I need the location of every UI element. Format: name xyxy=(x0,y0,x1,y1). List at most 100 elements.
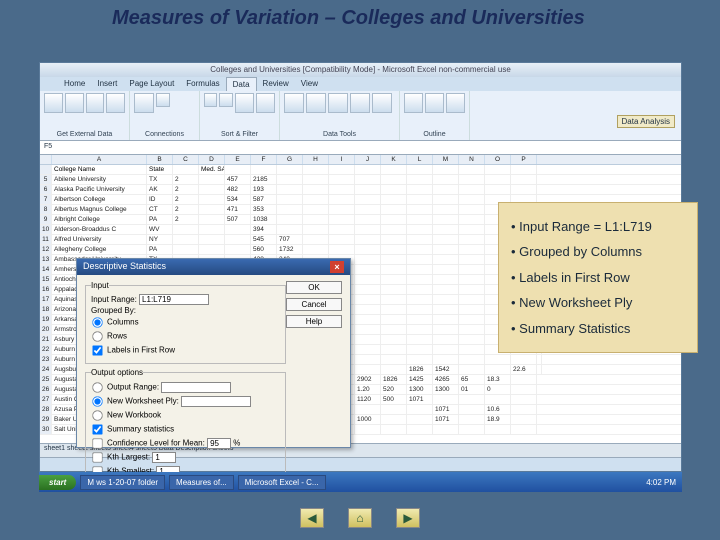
output-range-radio[interactable] xyxy=(92,382,102,392)
cell[interactable] xyxy=(511,165,537,174)
cell[interactable] xyxy=(381,195,407,204)
cell[interactable]: 20 xyxy=(40,325,52,334)
cell[interactable] xyxy=(433,265,459,274)
cell[interactable] xyxy=(485,165,511,174)
cell[interactable] xyxy=(355,205,381,214)
col-header[interactable]: B xyxy=(147,155,173,164)
cell[interactable] xyxy=(407,245,433,254)
from-access-icon[interactable] xyxy=(44,93,63,113)
cell[interactable] xyxy=(329,195,355,204)
labels-checkbox[interactable] xyxy=(92,345,102,355)
from-text-icon[interactable] xyxy=(86,93,105,113)
cell[interactable] xyxy=(433,215,459,224)
summary-checkbox[interactable] xyxy=(92,424,102,434)
cell[interactable] xyxy=(355,235,381,244)
col-header[interactable]: I xyxy=(329,155,355,164)
cell[interactable]: 01 xyxy=(459,385,485,394)
cell[interactable] xyxy=(355,195,381,204)
cell[interactable] xyxy=(433,205,459,214)
cell[interactable] xyxy=(459,325,485,334)
cell[interactable]: 193 xyxy=(251,185,277,194)
cell[interactable] xyxy=(485,175,511,184)
cell[interactable]: 22 xyxy=(40,345,52,354)
tab-formulas[interactable]: Formulas xyxy=(180,77,225,91)
cell[interactable] xyxy=(225,165,251,174)
cell[interactable]: ID xyxy=(147,195,173,204)
cell[interactable]: 13 xyxy=(40,255,52,264)
cell[interactable]: NY xyxy=(147,235,173,244)
cell[interactable] xyxy=(433,345,459,354)
cell[interactable] xyxy=(381,235,407,244)
remove-dup-icon[interactable] xyxy=(306,93,326,113)
cell[interactable] xyxy=(433,175,459,184)
cell[interactable]: 12 xyxy=(40,245,52,254)
cell[interactable]: 2 xyxy=(173,205,199,214)
cell[interactable]: 0 xyxy=(485,385,511,394)
cell[interactable] xyxy=(355,245,381,254)
new-wb-radio[interactable] xyxy=(92,410,102,420)
cell[interactable] xyxy=(433,185,459,194)
cell[interactable] xyxy=(511,405,537,414)
cell[interactable] xyxy=(459,305,485,314)
whatif-icon[interactable] xyxy=(372,93,392,113)
cell[interactable] xyxy=(433,255,459,264)
cell[interactable] xyxy=(199,205,225,214)
cell[interactable]: 23 xyxy=(40,355,52,364)
cell[interactable] xyxy=(381,215,407,224)
cell[interactable] xyxy=(381,185,407,194)
cell[interactable]: 27 xyxy=(40,395,52,404)
cell[interactable] xyxy=(329,175,355,184)
cell[interactable] xyxy=(303,165,329,174)
cell[interactable] xyxy=(459,315,485,324)
cell[interactable] xyxy=(329,245,355,254)
klarge-field[interactable] xyxy=(152,452,176,463)
cell[interactable] xyxy=(459,165,485,174)
cell[interactable] xyxy=(407,175,433,184)
home-button[interactable]: ⌂ xyxy=(348,508,372,528)
cell[interactable] xyxy=(459,285,485,294)
cell[interactable]: Abilene University xyxy=(52,175,147,184)
cell[interactable]: CT xyxy=(147,205,173,214)
cell[interactable] xyxy=(485,425,511,434)
col-header[interactable]: O xyxy=(485,155,511,164)
cell[interactable]: 24 xyxy=(40,365,52,374)
cell[interactable] xyxy=(433,335,459,344)
cell[interactable] xyxy=(355,295,381,304)
cell[interactable]: 6 xyxy=(40,185,52,194)
cell[interactable] xyxy=(433,235,459,244)
cell[interactable] xyxy=(225,235,251,244)
cell[interactable]: 15 xyxy=(40,275,52,284)
from-web-icon[interactable] xyxy=(65,93,84,113)
cell[interactable] xyxy=(433,165,459,174)
cell[interactable] xyxy=(459,335,485,344)
cell[interactable] xyxy=(407,255,433,264)
cell[interactable] xyxy=(199,195,225,204)
cell[interactable]: 30 xyxy=(40,425,52,434)
cell[interactable]: PA xyxy=(147,245,173,254)
cell[interactable]: 2 xyxy=(173,195,199,204)
klarge-checkbox[interactable] xyxy=(92,452,102,462)
col-header[interactable]: P xyxy=(511,155,537,164)
cell[interactable] xyxy=(459,225,485,234)
cell[interactable] xyxy=(381,355,407,364)
cell[interactable]: PA xyxy=(147,215,173,224)
cell[interactable] xyxy=(511,425,537,434)
cell[interactable]: 2 xyxy=(173,215,199,224)
cell[interactable] xyxy=(303,225,329,234)
cell[interactable]: 1071 xyxy=(433,405,459,414)
summary-stats-check[interactable]: Summary statistics xyxy=(91,423,280,436)
cell[interactable]: 560 xyxy=(251,245,277,254)
cell[interactable] xyxy=(407,275,433,284)
cell[interactable] xyxy=(381,205,407,214)
cell[interactable] xyxy=(407,335,433,344)
cell[interactable] xyxy=(485,365,511,374)
cell[interactable]: 471 xyxy=(225,205,251,214)
cell[interactable] xyxy=(459,365,485,374)
cell[interactable]: 2185 xyxy=(251,175,277,184)
ok-button[interactable]: OK xyxy=(286,281,342,294)
col-header[interactable]: A xyxy=(52,155,147,164)
cell[interactable] xyxy=(355,305,381,314)
cell[interactable]: 22.6 xyxy=(511,365,537,374)
cell[interactable] xyxy=(381,165,407,174)
cell[interactable]: 19 xyxy=(40,315,52,324)
